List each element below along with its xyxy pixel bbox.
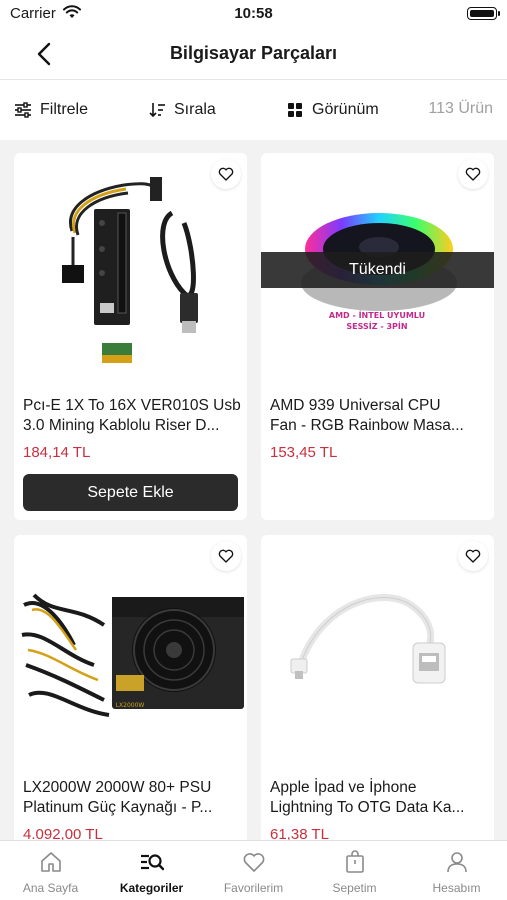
favorite-button[interactable] <box>458 159 488 189</box>
add-to-cart-button[interactable]: Sepete Ekle <box>23 474 238 511</box>
product-name-line: 3.0 Mining Kablolu Riser D... <box>23 417 220 434</box>
product-price: 61,38 TL <box>270 826 329 840</box>
product-name-line: Platinum Güç Kaynağı - P... <box>23 799 213 816</box>
bag-icon <box>346 850 364 873</box>
tab-home[interactable]: Ana Sayfa <box>0 841 101 900</box>
battery-icon <box>467 7 500 20</box>
sold-out-badge: Tükendi <box>261 252 494 288</box>
nav-header: Bilgisayar Parçaları <box>0 30 507 80</box>
tab-label: Sepetim <box>332 881 377 895</box>
product-name[interactable]: AMD 939 Universal CPU Fan - RGB Rainbow … <box>270 396 488 436</box>
filter-button[interactable]: Filtrele <box>14 99 88 121</box>
filter-toolbar: Filtrele Sırala Görünüm 113 Ürün <box>0 80 507 140</box>
view-label: Görünüm <box>312 101 379 118</box>
heart-icon <box>243 853 265 872</box>
product-name[interactable]: LX2000W 2000W 80+ PSU Platinum Güç Kayna… <box>23 778 241 818</box>
image-caption: AMD - İNTEL UYUMLU <box>329 310 425 320</box>
otg-cable-image <box>290 594 446 684</box>
tab-label: Hesabım <box>432 881 481 895</box>
product-name-line: Fan - RGB Rainbow Masa... <box>270 417 464 434</box>
product-name-line: Lightning To OTG Data Ka... <box>270 799 465 816</box>
heart-icon <box>218 167 234 181</box>
power-supply-image: LX2000W <box>21 593 244 717</box>
user-icon <box>447 852 467 873</box>
product-price: 4.092,00 TL <box>23 826 103 840</box>
product-name-line: LX2000W 2000W 80+ PSU <box>23 779 212 796</box>
sliders-icon <box>15 102 31 118</box>
home-icon <box>41 852 61 872</box>
status-bar: Carrier 10:58 <box>0 0 507 30</box>
sort-label: Sırala <box>174 101 216 118</box>
favorite-button[interactable] <box>458 541 488 571</box>
heart-icon <box>218 549 234 563</box>
product-card[interactable]: LX2000W LX2000W 2000W 80+ PSU Platinum G… <box>14 535 247 840</box>
heart-icon <box>465 167 481 181</box>
product-name[interactable]: Pcı-E 1X To 16X VER010S Usb 3.0 Mining K… <box>23 396 241 436</box>
tab-cart[interactable]: Sepetim <box>304 841 405 900</box>
heart-icon <box>465 549 481 563</box>
product-name-line: Apple İpad ve İphone <box>270 779 417 796</box>
image-caption: LX2000W <box>116 702 145 709</box>
tab-label: Ana Sayfa <box>22 881 79 895</box>
tab-favorites[interactable]: Favorilerim <box>203 841 304 900</box>
view-toggle-button[interactable]: Görünüm <box>286 99 379 121</box>
tab-label: Kategoriler <box>119 881 184 895</box>
product-grid: Pcı-E 1X To 16X VER010S Usb 3.0 Mining K… <box>14 153 494 840</box>
product-card[interactable]: Apple İpad ve İphone Lightning To OTG Da… <box>261 535 494 840</box>
categories-search-icon <box>141 854 164 871</box>
product-price: 153,45 TL <box>270 444 338 461</box>
product-name-line: AMD 939 Universal CPU <box>270 397 441 414</box>
product-price: 184,14 TL <box>23 444 91 461</box>
image-caption: SESSİZ - 3PİN <box>346 321 407 331</box>
riser-cable-image <box>62 177 198 363</box>
clock: 10:58 <box>234 5 273 22</box>
product-name-line: Pcı-E 1X To 16X VER010S Usb <box>23 397 241 414</box>
product-count: 113 Ürün <box>428 100 493 117</box>
filter-label: Filtrele <box>40 101 89 118</box>
tab-categories[interactable]: Kategoriler <box>101 841 202 900</box>
favorite-button[interactable] <box>211 159 241 189</box>
product-card[interactable]: AMD - İNTEL UYUMLU SESSİZ - 3PİN Tükendi… <box>261 153 494 520</box>
product-name[interactable]: Apple İpad ve İphone Lightning To OTG Da… <box>270 778 488 818</box>
sort-button[interactable]: Sırala <box>148 99 216 121</box>
tab-account[interactable]: Hesabım <box>406 841 507 900</box>
product-card[interactable]: Pcı-E 1X To 16X VER010S Usb 3.0 Mining K… <box>14 153 247 520</box>
page-title: Bilgisayar Parçaları <box>169 43 338 63</box>
sort-icon <box>149 103 165 118</box>
bottom-tab-bar: Ana Sayfa Kategoriler Favorilerim Sepeti… <box>0 840 507 900</box>
favorite-button[interactable] <box>211 541 241 571</box>
tab-label: Favorilerim <box>223 881 284 895</box>
grid-view-icon <box>288 103 302 117</box>
